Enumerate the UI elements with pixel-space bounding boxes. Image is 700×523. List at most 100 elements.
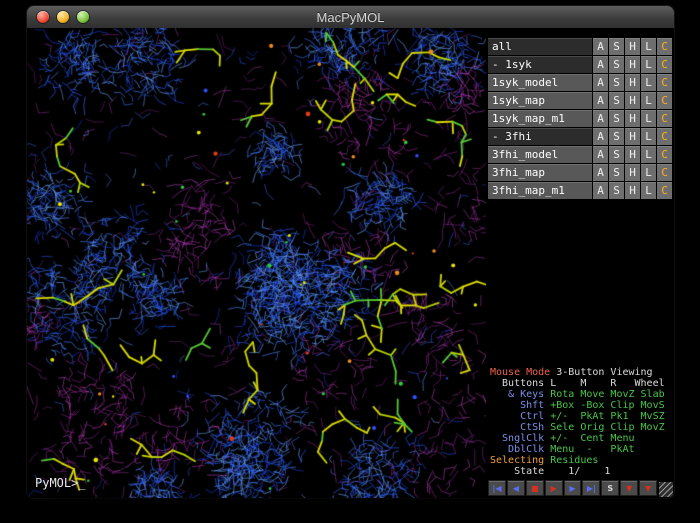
action-button-s[interactable]: S	[609, 182, 624, 199]
action-button-a[interactable]: A	[593, 92, 608, 109]
mouse-help-text: 3-Button Viewing	[556, 367, 652, 378]
mouse-help-text: Rota Move MovZ Slab	[550, 389, 664, 400]
action-button-c[interactable]: C	[657, 38, 672, 55]
titlebar[interactable]: MacPyMOL	[27, 6, 674, 29]
action-button-l[interactable]: L	[641, 182, 656, 199]
mouse-help-line: Shft +Box -Box Clip MovS	[490, 400, 674, 411]
action-button-s[interactable]: S	[609, 74, 624, 91]
action-button-c[interactable]: C	[657, 164, 672, 181]
prompt-label: PyMOL>	[35, 476, 78, 490]
step-back-button[interactable]: ◀	[507, 480, 525, 496]
mouse-help-line: & Keys Rota Move MovZ Slab	[490, 389, 674, 400]
action-button-h[interactable]: H	[625, 74, 640, 91]
mouse-help-text: Ctrl	[490, 411, 550, 422]
resize-grip[interactable]	[659, 482, 673, 497]
object-row: 3fhi_model ASHLC	[488, 146, 672, 163]
action-button-h[interactable]: H	[625, 182, 640, 199]
action-button-l[interactable]: L	[641, 92, 656, 109]
action-button-h[interactable]: H	[625, 110, 640, 127]
scene-button[interactable]: S	[601, 480, 619, 496]
action-button-l[interactable]: L	[641, 74, 656, 91]
action-button-l[interactable]: L	[641, 146, 656, 163]
viewport-canvas[interactable]	[27, 28, 486, 498]
step-forward-button[interactable]: ▶	[564, 480, 582, 496]
mouse-help-text: State	[490, 466, 550, 477]
object-row: - 3fhi ASHLC	[488, 128, 672, 145]
action-button-a[interactable]: A	[593, 146, 608, 163]
action-button-a[interactable]: A	[593, 38, 608, 55]
action-button-c[interactable]: C	[657, 128, 672, 145]
action-button-h[interactable]: H	[625, 56, 640, 73]
mouse-help-text: L M R Wheel	[550, 378, 664, 389]
action-button-c[interactable]: C	[657, 146, 672, 163]
action-button-a[interactable]: A	[593, 164, 608, 181]
object-row: 1syk_map ASHLC	[488, 92, 672, 109]
action-button-s[interactable]: S	[609, 92, 624, 109]
action-button-c[interactable]: C	[657, 110, 672, 127]
action-button-c[interactable]: C	[657, 92, 672, 109]
mouse-help-text: Mouse Mode	[490, 367, 556, 378]
action-button-l[interactable]: L	[641, 110, 656, 127]
action-button-l[interactable]: L	[641, 38, 656, 55]
go-to-start-button[interactable]: |◀	[488, 480, 506, 496]
action-button-s[interactable]: S	[609, 56, 624, 73]
action-button-l[interactable]: L	[641, 56, 656, 73]
action-button-c[interactable]: C	[657, 74, 672, 91]
action-button-a[interactable]: A	[593, 128, 608, 145]
object-name-button[interactable]: 3fhi_map	[488, 164, 592, 181]
action-button-l[interactable]: L	[641, 128, 656, 145]
action-button-h[interactable]: H	[625, 38, 640, 55]
action-button-c[interactable]: C	[657, 182, 672, 199]
window-content: PyMOL>_ all ASHLC - 1syk ASHLC 1syk_mode…	[27, 28, 674, 498]
mouse-help-text: +/- PkAt Pk1 MvSZ	[550, 411, 664, 422]
object-name-button[interactable]: all	[488, 38, 592, 55]
mouse-help-text: SnglClk	[490, 433, 550, 444]
go-to-end-button[interactable]: ▶|	[582, 480, 600, 496]
stop-button[interactable]: ■	[526, 480, 544, 496]
mouse-help-line: CtSh Sele Orig Clip MovZ	[490, 422, 674, 433]
action-button-s[interactable]: S	[609, 164, 624, 181]
object-row: all ASHLC	[488, 38, 672, 55]
mouse-help-text: +Box -Box Clip MovS	[550, 400, 664, 411]
action-button-c[interactable]: C	[657, 56, 672, 73]
action-button-s[interactable]: S	[609, 38, 624, 55]
mouse-help-text: 1/ 1	[550, 466, 610, 477]
command-prompt[interactable]: PyMOL>_	[35, 476, 86, 490]
action-button-a[interactable]: A	[593, 182, 608, 199]
action-button-a[interactable]: A	[593, 74, 608, 91]
state-menu-button[interactable]: ▼	[620, 480, 638, 496]
action-button-a[interactable]: A	[593, 110, 608, 127]
play-button[interactable]: ▶	[545, 480, 563, 496]
mouse-help-text: DblClk	[490, 444, 550, 455]
mouse-help-text: Residues	[550, 455, 598, 466]
mouse-help-line: DblClk Menu - PkAt	[490, 444, 674, 455]
action-button-s[interactable]: S	[609, 128, 624, 145]
action-button-l[interactable]: L	[641, 164, 656, 181]
object-name-button[interactable]: 1syk_map_m1	[488, 110, 592, 127]
object-name-button[interactable]: - 3fhi	[488, 128, 592, 145]
app-window: MacPyMOL PyMOL>_ all ASHLC - 1syk ASHLC …	[27, 6, 674, 498]
mouse-help-line: State 1/ 1	[490, 466, 674, 477]
object-name-button[interactable]: 3fhi_map_m1	[488, 182, 592, 199]
object-name-button[interactable]: 1syk_model	[488, 74, 592, 91]
object-row: 1syk_model ASHLC	[488, 74, 672, 91]
movie-menu-button[interactable]: ▼	[639, 480, 657, 496]
action-button-h[interactable]: H	[625, 146, 640, 163]
object-name-button[interactable]: 1syk_map	[488, 92, 592, 109]
window-title: MacPyMOL	[27, 10, 674, 25]
action-button-a[interactable]: A	[593, 56, 608, 73]
mouse-help-text: CtSh	[490, 422, 550, 433]
object-name-button[interactable]: 3fhi_model	[488, 146, 592, 163]
action-button-s[interactable]: S	[609, 146, 624, 163]
action-button-h[interactable]: H	[625, 92, 640, 109]
object-name-button[interactable]: - 1syk	[488, 56, 592, 73]
movie-controls: |◀◀■▶▶▶|S▼▼	[488, 480, 657, 496]
action-button-h[interactable]: H	[625, 128, 640, 145]
object-rows: all ASHLC - 1syk ASHLC 1syk_model ASHLC …	[488, 38, 672, 200]
action-button-s[interactable]: S	[609, 110, 624, 127]
mouse-help-line: Buttons L M R Wheel	[490, 378, 674, 389]
action-button-h[interactable]: H	[625, 164, 640, 181]
object-row: 1syk_map_m1 ASHLC	[488, 110, 672, 127]
mouse-help-text: Sele Orig Clip MovZ	[550, 422, 664, 433]
mouse-help-panel: Mouse Mode 3-Button Viewing Buttons L M …	[490, 367, 674, 477]
